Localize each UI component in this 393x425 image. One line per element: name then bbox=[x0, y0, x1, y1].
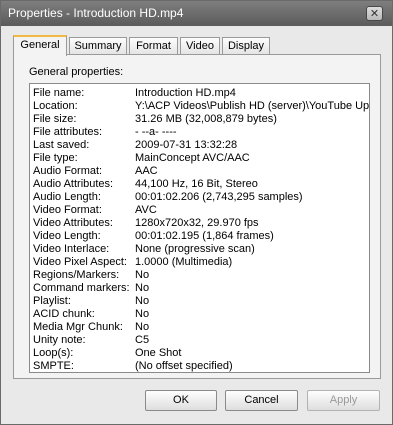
property-key: ACID chunk: bbox=[33, 308, 95, 320]
property-value: AVC bbox=[135, 204, 157, 216]
tab-display[interactable]: Display bbox=[222, 37, 270, 55]
property-key: Video Interlace: bbox=[33, 243, 110, 255]
property-key: Media Mgr Chunk: bbox=[33, 321, 123, 333]
property-value: AAC bbox=[135, 165, 158, 177]
properties-dialog: Properties - Introduction HD.mp4 ✕ Gener… bbox=[0, 0, 393, 425]
property-key: Loop(s): bbox=[33, 347, 74, 359]
tab-format[interactable]: Format bbox=[129, 37, 178, 55]
property-key: Last saved: bbox=[33, 139, 90, 151]
property-row[interactable]: Video Attributes: 1280x720x32, 29.970 fps bbox=[30, 217, 369, 230]
property-key: Video Format: bbox=[33, 204, 102, 216]
property-value: 00:01:02.206 (2,743,295 samples) bbox=[135, 191, 303, 203]
property-row[interactable]: Playlist: No bbox=[30, 295, 369, 308]
property-row[interactable]: Regions/Markers: No bbox=[30, 269, 369, 282]
property-value: 44,100 Hz, 16 Bit, Stereo bbox=[135, 178, 258, 190]
property-row[interactable]: Audio Length: 00:01:02.206 (2,743,295 sam… bbox=[30, 191, 369, 204]
property-value: - --a- ---- bbox=[135, 126, 177, 138]
property-key: File name: bbox=[33, 87, 85, 99]
property-key: Video Length: bbox=[33, 230, 101, 242]
property-value: 31.26 MB (32,008,879 bytes) bbox=[135, 113, 277, 125]
property-key: Command markers: bbox=[33, 282, 130, 294]
properties-list[interactable]: File name: Introduction HD.mp4 Location: Y:… bbox=[29, 83, 370, 373]
property-row[interactable]: Last saved: 2009-07-31 13:32:28 bbox=[30, 139, 369, 152]
property-row[interactable]: Video Format: AVC bbox=[30, 204, 369, 217]
property-value: (No offset specified) bbox=[135, 360, 233, 372]
properties-rows: File name: Introduction HD.mp4 Location: Y:… bbox=[30, 87, 369, 372]
property-value: Introduction HD.mp4 bbox=[135, 87, 236, 99]
property-row[interactable]: File size: 31.26 MB (32,008,879 bytes) bbox=[30, 113, 369, 126]
property-value: One Shot bbox=[135, 347, 182, 359]
property-key: Audio Format: bbox=[33, 165, 103, 177]
property-value: None (progressive scan) bbox=[135, 243, 255, 255]
property-row[interactable]: Location: Y:\ACP Videos\Publish HD (serve… bbox=[30, 100, 369, 113]
property-row[interactable]: File type: MainConcept AVC/AAC bbox=[30, 152, 369, 165]
property-key: Video Pixel Aspect: bbox=[33, 256, 127, 268]
property-key: SMPTE: bbox=[33, 360, 74, 372]
ok-button[interactable]: OK bbox=[145, 390, 217, 411]
property-row[interactable]: File attributes: - --a- ---- bbox=[30, 126, 369, 139]
property-key: Unity note: bbox=[33, 334, 86, 346]
property-key: File size: bbox=[33, 113, 77, 125]
close-icon[interactable]: ✕ bbox=[366, 6, 383, 21]
property-row[interactable]: Video Length: 00:01:02.195 (1,864 frames) bbox=[30, 230, 369, 243]
property-value: No bbox=[135, 282, 150, 294]
property-value: 1280x720x32, 29.970 fps bbox=[135, 217, 259, 229]
property-key: Audio Attributes: bbox=[33, 178, 114, 190]
property-row[interactable]: Audio Format: AAC bbox=[30, 165, 369, 178]
property-row[interactable]: SMPTE: (No offset specified) bbox=[30, 360, 369, 372]
general-tab-panel: General properties: File name: Introducti… bbox=[13, 54, 381, 379]
property-key: Location: bbox=[33, 100, 78, 112]
property-value: 2009-07-31 13:32:28 bbox=[135, 139, 238, 151]
title-bar[interactable]: Properties - Introduction HD.mp4 ✕ bbox=[1, 1, 392, 26]
property-key: Video Attributes: bbox=[33, 217, 113, 229]
property-row[interactable]: Video Interlace: None (progressive scan) bbox=[30, 243, 369, 256]
property-key: File attributes: bbox=[33, 126, 103, 138]
property-key: Playlist: bbox=[33, 295, 71, 307]
property-value: MainConcept AVC/AAC bbox=[135, 152, 250, 164]
property-key: Regions/Markers: bbox=[33, 269, 120, 281]
property-value: No bbox=[135, 308, 150, 320]
tab-video[interactable]: Video bbox=[180, 37, 220, 55]
property-row[interactable]: Media Mgr Chunk: No bbox=[30, 321, 369, 334]
property-row[interactable]: File name: Introduction HD.mp4 bbox=[30, 87, 369, 100]
window-title: Properties - Introduction HD.mp4 bbox=[8, 6, 184, 20]
tab-summary[interactable]: Summary bbox=[69, 37, 127, 55]
property-key: Audio Length: bbox=[33, 191, 101, 203]
property-value: No bbox=[135, 269, 150, 281]
property-row[interactable]: ACID chunk: No bbox=[30, 308, 369, 321]
property-row[interactable]: Audio Attributes: 44,100 Hz, 16 Bit, Ster… bbox=[30, 178, 369, 191]
apply-button[interactable]: Apply bbox=[307, 390, 380, 411]
property-value: No bbox=[135, 321, 150, 333]
property-value: C5 bbox=[135, 334, 150, 346]
property-value: 00:01:02.195 (1,864 frames) bbox=[135, 230, 274, 242]
property-row[interactable]: Loop(s): One Shot bbox=[30, 347, 369, 360]
property-row[interactable]: Command markers: No bbox=[30, 282, 369, 295]
property-key: File type: bbox=[33, 152, 78, 164]
property-value: No bbox=[135, 295, 150, 307]
section-label: General properties: bbox=[29, 66, 124, 78]
cancel-button[interactable]: Cancel bbox=[225, 390, 298, 411]
property-value: 1.0000 (Multimedia) bbox=[135, 256, 233, 268]
property-value: Y:\ACP Videos\Publish HD (server)\YouTub… bbox=[135, 100, 370, 112]
property-row[interactable]: Unity note: C5 bbox=[30, 334, 369, 347]
property-row[interactable]: Video Pixel Aspect: 1.0000 (Multimedia) bbox=[30, 256, 369, 269]
tab-general[interactable]: General bbox=[13, 35, 67, 56]
